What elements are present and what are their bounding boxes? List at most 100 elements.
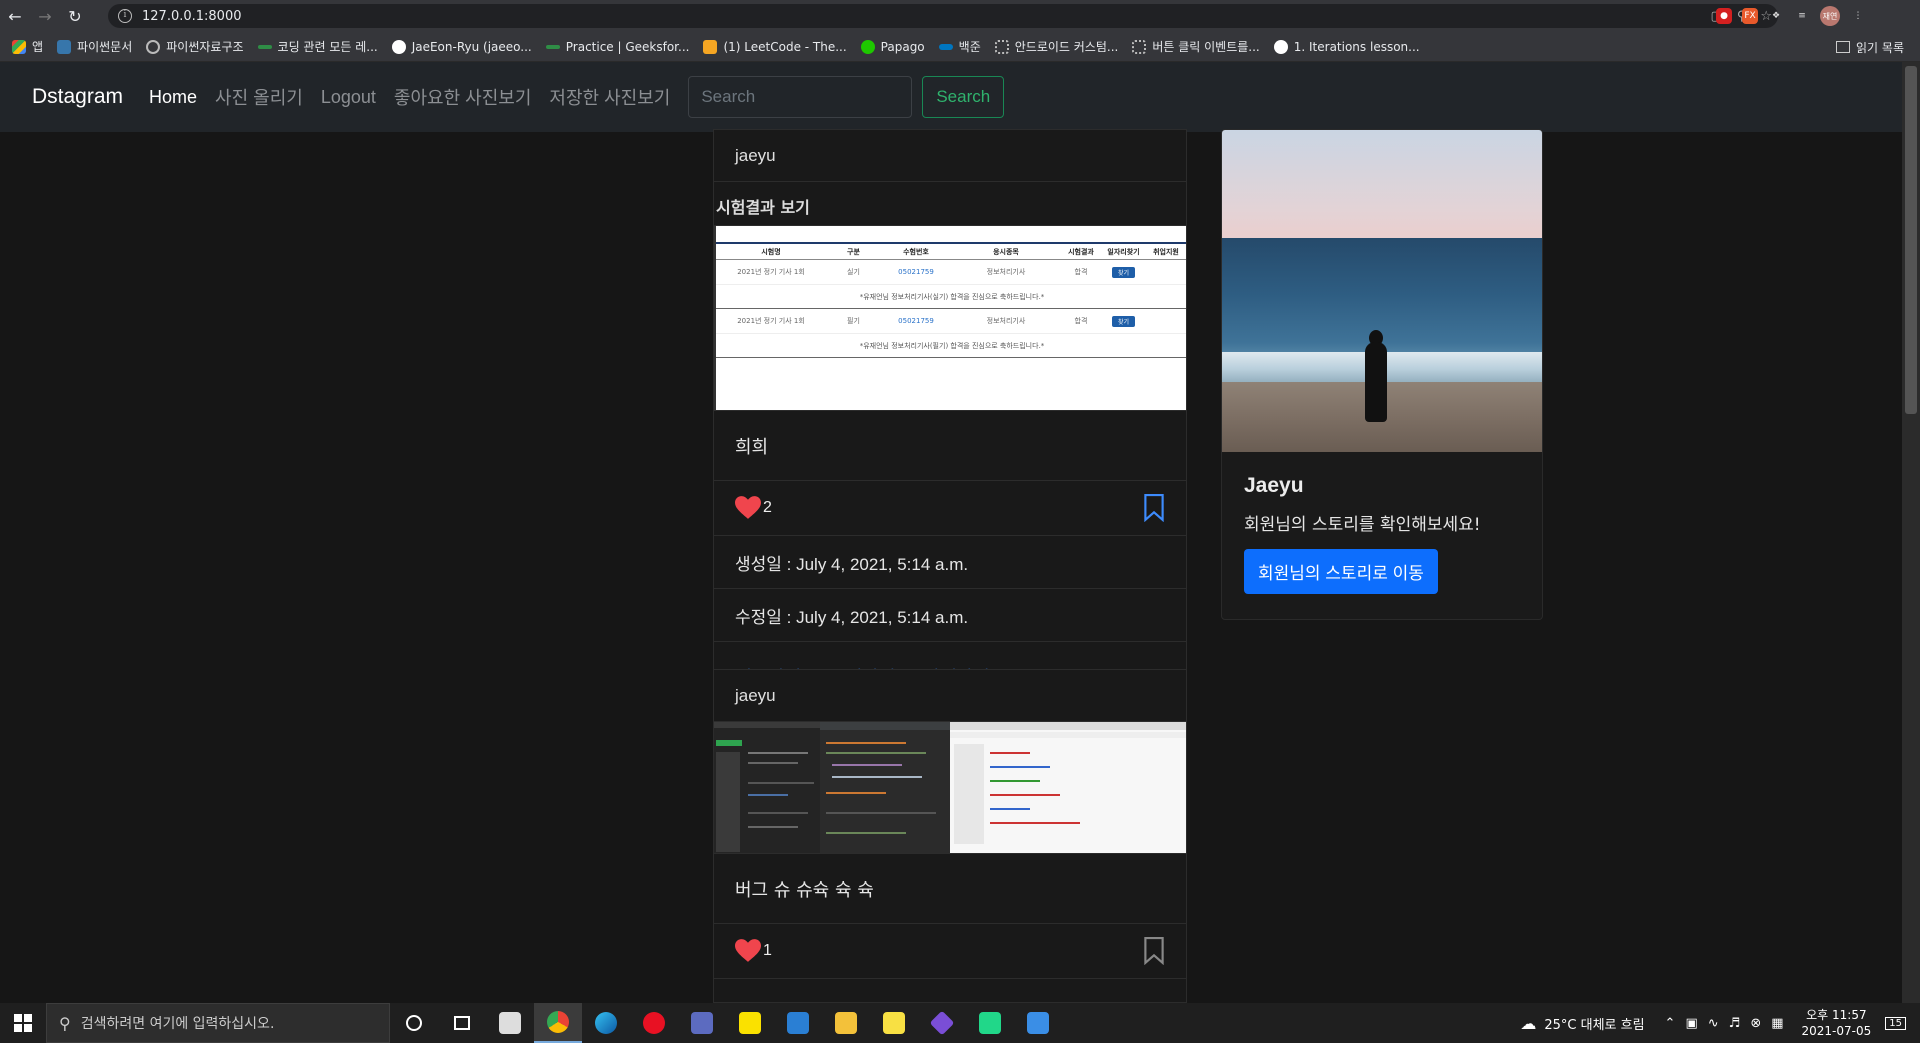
search-input[interactable] — [688, 76, 913, 118]
nav-upload[interactable]: 사진 올리기 — [215, 84, 303, 110]
exam-result-table: 시험명 구분 수험번호 응시종목 시험결과 일자리찾기 취업지원 2021년 정… — [714, 226, 1186, 411]
bookmark-item[interactable]: JaeEon-Ryu (jaeeo... — [391, 39, 532, 54]
store-icon[interactable] — [486, 1003, 534, 1043]
battery-icon[interactable]: ▣ — [1685, 1016, 1697, 1031]
url-text: 127.0.0.1:8000 — [142, 8, 242, 24]
chrome-icon[interactable] — [534, 1003, 582, 1043]
bookmark-item[interactable]: Papago — [860, 39, 925, 54]
reading-list-icon — [1836, 41, 1851, 53]
reading-list-button[interactable]: 읽기 목록 — [1836, 32, 1904, 62]
geeksforgeeks-icon — [545, 44, 560, 49]
kakaotalk-icon[interactable] — [726, 1003, 774, 1043]
bookmark-item[interactable]: Practice | Geeksfor... — [545, 40, 689, 54]
post-image: 시험결과 보기 시험명 구분 수험번호 응시종목 시험결과 일자리찾기 취업지원… — [714, 182, 1186, 411]
cortana-icon[interactable] — [390, 1003, 438, 1043]
story-user-name: Jaeyu — [1244, 474, 1304, 497]
bookmark-item[interactable]: 안드로이드 커스텀... — [994, 38, 1118, 55]
bookmark-item[interactable]: 1. Iterations lesson... — [1273, 39, 1420, 54]
address-bar[interactable]: i 127.0.0.1:8000 ▢ ⚲ ☆ — [108, 4, 1778, 28]
browser-toolbar: ← → ↻ i 127.0.0.1:8000 ▢ ⚲ ☆ ● FX ❖ ≡ 재연… — [0, 0, 1920, 32]
bookmark-icon[interactable] — [1143, 937, 1165, 965]
screenshot-panel — [950, 722, 1186, 853]
bookmark-item[interactable]: 파이썬문서 — [57, 38, 132, 55]
reload-icon[interactable]: ↻ — [60, 0, 90, 32]
notification-icon[interactable]: 15 — [1885, 1016, 1906, 1030]
exam-row: 2021년 정기 기사 1회 실기 05021759 정보처리기사 합격 찾기 — [716, 260, 1186, 285]
navbar: Dstagram Home 사진 올리기 Logout 좋아요한 사진보기 저장… — [0, 62, 1902, 132]
nav-saved[interactable]: 저장한 사진보기 — [549, 84, 670, 110]
bookmark-item[interactable]: 앱 — [12, 38, 43, 55]
exam-note: *유재언님 정보처리기사(필기) 합격을 진심으로 축하드립니다.* — [716, 334, 1186, 358]
papago-icon — [860, 39, 875, 54]
post-author: jaeyu — [714, 670, 1186, 722]
site-info-icon[interactable]: i — [118, 9, 132, 23]
clock[interactable]: 오후 11:57 2021-07-05 — [1802, 1007, 1872, 1039]
edge-icon[interactable] — [582, 1003, 630, 1043]
bookmark-item[interactable]: (1) LeetCode - The... — [703, 39, 847, 54]
profile-avatar[interactable]: 재연 — [1820, 6, 1840, 26]
bookmark-item[interactable]: 백준 — [938, 38, 981, 55]
post-card: jaeyu 시험결과 보기 시험명 구분 수험번호 응시종목 시험결과 일자리찾… — [713, 129, 1187, 713]
gear-icon — [146, 39, 161, 54]
search-button[interactable]: Search — [922, 76, 1005, 118]
git-icon[interactable] — [918, 1003, 966, 1043]
system-tray: ☁ 25°C 대체로 흐림 ⌃ ▣ ∿ ♬ ⊗ ▦ 오후 11:57 2021-… — [1520, 1003, 1920, 1043]
nav-logout[interactable]: Logout — [321, 87, 376, 108]
heart-icon[interactable] — [735, 496, 761, 520]
file-explorer-icon[interactable] — [822, 1003, 870, 1043]
baekjoon-icon — [938, 43, 953, 50]
post-updated: 수정일 : July 4, 2021, 5:14 a.m. — [714, 589, 1186, 642]
story-card: Jaeyu 회원님의 스토리를 확인해보세요! 회원님의 스토리로 이동 — [1221, 129, 1543, 620]
brand-logo[interactable]: Dstagram — [32, 85, 123, 109]
post-likes-row: 1 — [714, 924, 1186, 979]
screenshot-panel — [820, 722, 950, 853]
close-circle-icon[interactable]: ⊗ — [1750, 1016, 1761, 1031]
bookmark-item[interactable]: 파이썬자료구조 — [146, 38, 244, 55]
bookmark-item[interactable]: 코딩 관련 모든 레... — [257, 38, 378, 55]
post-created: 생성일 : July 4, 2021, 5:14 a.m. — [714, 536, 1186, 589]
nav-home[interactable]: Home — [149, 87, 197, 108]
chevron-up-icon[interactable]: ⌃ — [1665, 1016, 1676, 1031]
volume-icon[interactable]: ♬ — [1729, 1016, 1741, 1031]
extension-icon[interactable]: FX — [1742, 8, 1758, 24]
mail-icon[interactable] — [774, 1003, 822, 1043]
dots-icon — [994, 39, 1009, 54]
media-icon[interactable]: ≡ — [1794, 8, 1810, 24]
photos-icon[interactable] — [1014, 1003, 1062, 1043]
media-player-icon[interactable] — [630, 1003, 678, 1043]
forward-icon[interactable]: → — [30, 0, 60, 32]
weather-text[interactable]: 25°C 대체로 흐림 — [1544, 1014, 1644, 1033]
ime-icon[interactable]: ▦ — [1771, 1016, 1783, 1031]
windows-start-icon[interactable] — [0, 1003, 46, 1043]
pycharm-icon[interactable] — [966, 1003, 1014, 1043]
post-image — [714, 722, 1186, 854]
find-button: 찾기 — [1111, 315, 1136, 327]
dots-icon — [1132, 39, 1147, 54]
sticky-notes-icon[interactable] — [870, 1003, 918, 1043]
leetcode-icon — [703, 39, 718, 54]
wifi-icon[interactable]: ∿ — [1708, 1016, 1719, 1031]
find-button: 찾기 — [1111, 266, 1136, 278]
menu-icon[interactable]: ⋮ — [1850, 8, 1866, 24]
search-icon: ⚲ — [59, 1013, 71, 1033]
bookmark-item[interactable]: 버튼 클릭 이벤트를... — [1132, 38, 1260, 55]
exam-title: 시험결과 보기 — [714, 182, 1186, 226]
heart-icon[interactable] — [735, 939, 761, 963]
python-icon — [57, 39, 72, 54]
extension-icon[interactable]: ● — [1716, 8, 1732, 24]
save-icon[interactable] — [678, 1003, 726, 1043]
task-view-icon[interactable] — [438, 1003, 486, 1043]
exam-header-row: 시험명 구분 수험번호 응시종목 시험결과 일자리찾기 취업지원 — [716, 242, 1186, 260]
back-icon[interactable]: ← — [0, 0, 30, 32]
github-icon — [391, 39, 406, 54]
scrollbar[interactable] — [1902, 62, 1920, 1004]
post-card: jaeyu 버그 슈 슈슉 슉 슉 1 — [713, 669, 1187, 1003]
post-author: jaeyu — [714, 130, 1186, 182]
scrollbar-thumb[interactable] — [1905, 66, 1917, 414]
bookmark-icon[interactable] — [1143, 494, 1165, 522]
go-to-story-button[interactable]: 회원님의 스토리로 이동 — [1244, 549, 1438, 594]
nav-liked[interactable]: 좋아요한 사진보기 — [394, 84, 531, 110]
bookmarks-bar: 앱 파이썬문서 파이썬자료구조 코딩 관련 모든 레... JaeEon-Ryu… — [0, 32, 1920, 62]
puzzle-icon[interactable]: ❖ — [1768, 8, 1784, 24]
taskbar-search[interactable]: ⚲ 검색하려면 여기에 입력하십시오. — [46, 1003, 390, 1043]
